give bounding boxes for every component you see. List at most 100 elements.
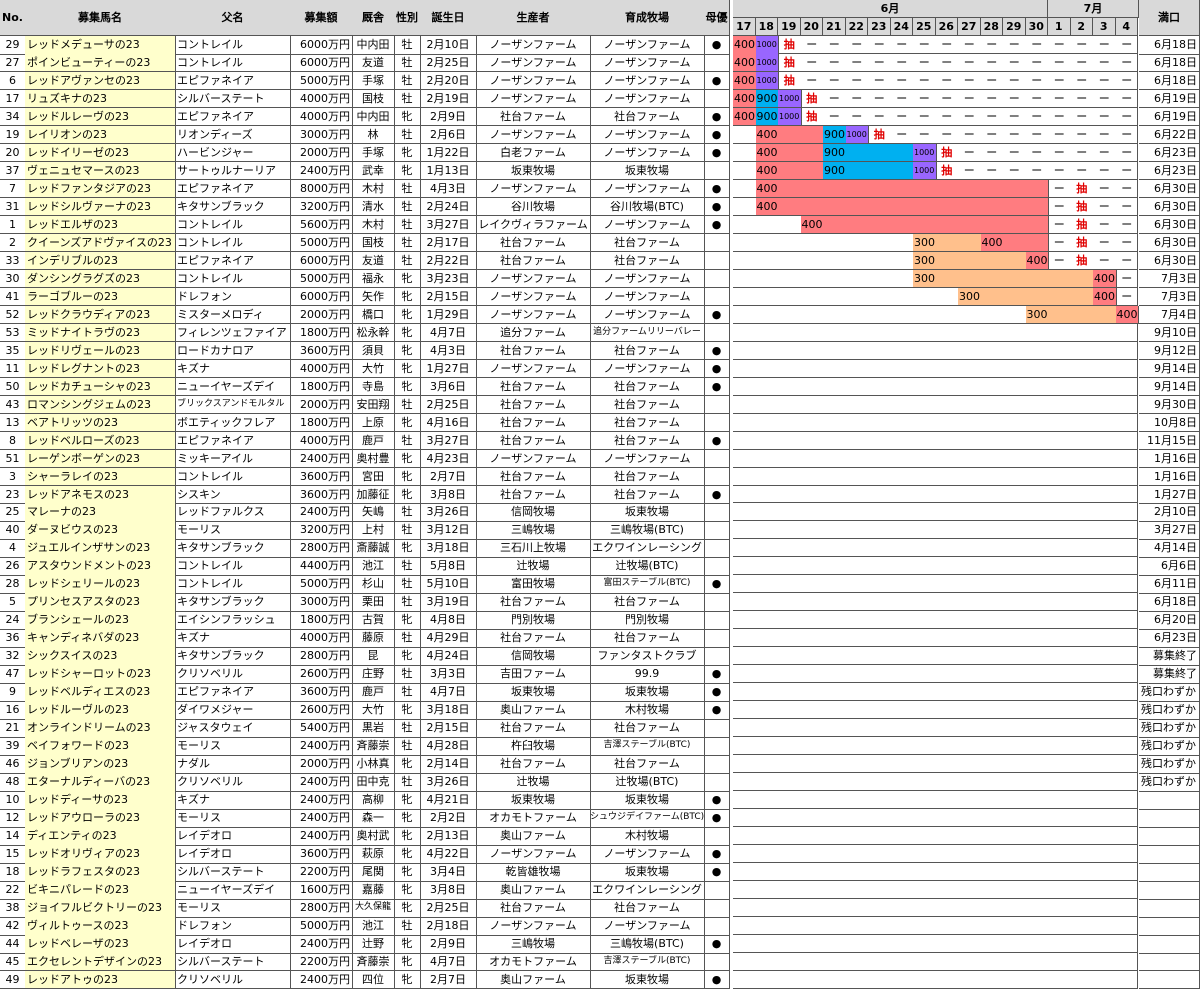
cell-birth: 2月10日 xyxy=(420,36,477,55)
cell-sex: 牡 xyxy=(394,629,421,648)
cell-no: 25 xyxy=(0,503,26,522)
cell-sex: 牝 xyxy=(394,413,421,433)
dash-mark: ー xyxy=(1121,73,1133,87)
cell-birth: 3月18日 xyxy=(420,701,477,720)
cell-no: 37 xyxy=(0,161,26,181)
cell-no: 50 xyxy=(0,377,26,397)
cell-no: 33 xyxy=(0,251,26,271)
day-11: 28 xyxy=(980,18,1003,36)
cell-full: 6月22日 xyxy=(1139,125,1200,145)
cell-sex: 牝 xyxy=(394,143,421,163)
cell-stable: 栗田 xyxy=(352,593,395,612)
dash-mark: ー xyxy=(896,73,908,87)
cell-mother: ● xyxy=(704,305,730,325)
cell-sex: 牝 xyxy=(394,341,421,361)
lottery-mark: 抽 xyxy=(941,145,953,159)
cell-sire: レイデオロ xyxy=(175,845,291,864)
cell-no: 17 xyxy=(0,89,26,109)
cell-name: シャーラレイの23 xyxy=(25,467,176,487)
cell-birth: 1月27日 xyxy=(420,359,477,379)
cell-breeder: ノーザンファーム xyxy=(476,917,591,936)
cell-no: 48 xyxy=(0,773,26,792)
cell-sex: 牝 xyxy=(394,970,421,990)
cell-mother xyxy=(704,53,730,73)
cell-no: 52 xyxy=(0,305,26,325)
cell-full xyxy=(1139,899,1200,918)
cell-breeder: 社台ファーム xyxy=(476,593,591,612)
cell-breeder: 社台ファーム xyxy=(476,413,591,433)
cell-full: 6月23日 xyxy=(1139,143,1200,163)
day-0: 17 xyxy=(733,18,756,36)
dash-mark: ー xyxy=(1031,109,1043,123)
cell-farm: ノーザンファーム xyxy=(590,71,705,91)
cell-full: 募集終了 xyxy=(1139,647,1200,666)
cell-name: レッドディーサの23 xyxy=(25,791,176,810)
cell-mother xyxy=(704,773,730,792)
dash-mark: ー xyxy=(828,109,840,123)
cell-mother: ● xyxy=(704,341,730,361)
cell-stable: 須貝 xyxy=(352,341,395,361)
cell-farm: 社台ファーム xyxy=(590,431,705,451)
cell-farm: ノーザンファーム xyxy=(590,53,705,73)
dash-mark: ー xyxy=(873,109,885,123)
cell-sire: キタサンブラック xyxy=(175,593,291,612)
header-stable: 厩舎 xyxy=(352,0,395,36)
gantt-row-line xyxy=(733,987,1138,989)
cell-birth: 2月6日 xyxy=(420,125,477,145)
cell-name: ジョイフルビクトリーの23 xyxy=(25,899,176,918)
cell-name: ラーゴブルーの23 xyxy=(25,287,176,307)
cell-price: 2400万円 xyxy=(290,773,353,792)
cell-no: 42 xyxy=(0,917,26,936)
dash-mark: ー xyxy=(851,109,863,123)
dash-mark: ー xyxy=(1076,109,1088,123)
dash-mark: ー xyxy=(986,163,998,177)
cell-mother xyxy=(704,323,730,343)
dash-mark: ー xyxy=(1008,55,1020,69)
dash-mark: ー xyxy=(806,38,818,51)
cell-breeder: 坂東牧場 xyxy=(476,161,591,181)
header-mother: 母優 xyxy=(704,0,730,36)
cell-birth: 2月25日 xyxy=(420,53,477,73)
cell-sex: 牝 xyxy=(394,952,421,972)
cell-birth: 2月25日 xyxy=(420,395,477,415)
cell-breeder: オカモトファーム xyxy=(476,809,591,828)
cell-birth: 2月24日 xyxy=(420,197,477,217)
cell-stable: 斎藤誠 xyxy=(352,539,395,558)
cell-sire: ドレフォン xyxy=(175,287,291,307)
cell-birth: 2月2日 xyxy=(420,809,477,828)
cell-sire: シルバーステート xyxy=(175,952,291,972)
cell-stable: 池江 xyxy=(352,557,395,576)
dash-mark: ー xyxy=(963,55,975,69)
dash-mark: ー xyxy=(1031,145,1043,159)
gantt-bar-400: 400 xyxy=(733,107,757,127)
cell-name: レッドベルディエスの23 xyxy=(25,683,176,702)
cell-price: 6000万円 xyxy=(290,53,353,73)
cell-full: 6月18日 xyxy=(1139,53,1200,73)
dash-mark: ー xyxy=(851,91,863,105)
cell-name: レッドベルローズの23 xyxy=(25,431,176,451)
cell-birth: 5月8日 xyxy=(420,557,477,576)
cell-sire: エイシンフラッシュ xyxy=(175,611,291,630)
cell-no: 26 xyxy=(0,557,26,576)
dash-mark: ー xyxy=(918,38,930,51)
dash-mark: ー xyxy=(1053,91,1065,105)
dash-mark: ー xyxy=(1098,109,1110,123)
cell-name: インデリブルの23 xyxy=(25,251,176,271)
cell-price: 4000万円 xyxy=(290,359,353,379)
day-7: 24 xyxy=(890,18,913,36)
cell-sire: コントレイル xyxy=(175,36,291,55)
cell-full xyxy=(1139,881,1200,900)
dash-mark: ー xyxy=(896,109,908,123)
cell-price: 3600万円 xyxy=(290,341,353,361)
cell-sex: 牡 xyxy=(394,503,421,522)
cell-farm: ノーザンファーム xyxy=(590,143,705,163)
cell-stable: 田中克 xyxy=(352,773,395,792)
cell-sire: エピファネイア xyxy=(175,71,291,91)
cell-breeder: 社台ファーム xyxy=(476,431,591,451)
cell-sire: コントレイル xyxy=(175,269,291,289)
cell-sex: 牡 xyxy=(394,521,421,540)
lottery-mark: 抽 xyxy=(806,91,818,105)
cell-mother: ● xyxy=(704,809,730,828)
cell-mother: ● xyxy=(704,485,730,504)
cell-price: 6000万円 xyxy=(290,287,353,307)
